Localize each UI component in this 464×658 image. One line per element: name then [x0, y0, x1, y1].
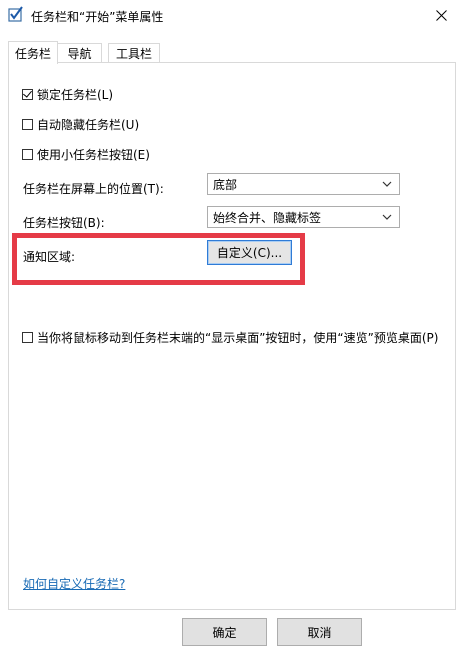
tab-toolbars[interactable]: 工具栏 [108, 43, 160, 62]
position-value: 底部 [213, 177, 238, 192]
lock-taskbar-option[interactable]: 锁定任务栏(L) [22, 86, 113, 102]
ok-button[interactable]: 确定 [182, 618, 267, 646]
highlight-box [12, 233, 305, 285]
auto-hide-checkbox[interactable] [22, 118, 33, 130]
small-buttons-label: 使用小任务栏按钮(E) [37, 147, 150, 162]
small-buttons-option[interactable]: 使用小任务栏按钮(E) [22, 146, 150, 162]
close-button[interactable] [418, 0, 464, 31]
auto-hide-label: 自动隐藏任务栏(U) [37, 117, 140, 132]
taskbar-buttons-select[interactable]: 始终合并、隐藏标签 [207, 206, 400, 228]
chevron-down-icon [382, 214, 392, 220]
chevron-down-icon [382, 181, 392, 187]
help-link[interactable]: 如何自定义任务栏? [23, 575, 125, 592]
auto-hide-option[interactable]: 自动隐藏任务栏(U) [22, 116, 139, 132]
close-icon [435, 10, 447, 21]
checkbox-app-icon [8, 6, 23, 22]
peek-checkbox[interactable] [22, 331, 33, 343]
title-bar: 任务栏和“开始”菜单属性 [0, 0, 464, 31]
lock-taskbar-checkbox[interactable] [22, 88, 33, 100]
taskbar-buttons-label: 任务栏按钮(B): [23, 216, 105, 230]
taskbar-buttons-value: 始终合并、隐藏标签 [213, 210, 322, 225]
tab-taskbar[interactable]: 任务栏 [8, 41, 58, 64]
position-label: 任务栏在屏幕上的位置(T): [23, 182, 164, 196]
window-title: 任务栏和“开始”菜单属性 [31, 10, 164, 24]
peek-label: 当你将鼠标移动到任务栏末端的“显示桌面”按钮时，使用“速览”预览桌面(P) [37, 330, 439, 345]
peek-option[interactable]: 当你将鼠标移动到任务栏末端的“显示桌面”按钮时，使用“速览”预览桌面(P) [22, 329, 438, 345]
lock-taskbar-label: 锁定任务栏(L) [37, 87, 114, 102]
small-buttons-checkbox[interactable] [22, 148, 33, 160]
cancel-button[interactable]: 取消 [277, 618, 362, 646]
position-select[interactable]: 底部 [207, 173, 400, 195]
tab-navigation[interactable]: 导航 [57, 43, 102, 62]
